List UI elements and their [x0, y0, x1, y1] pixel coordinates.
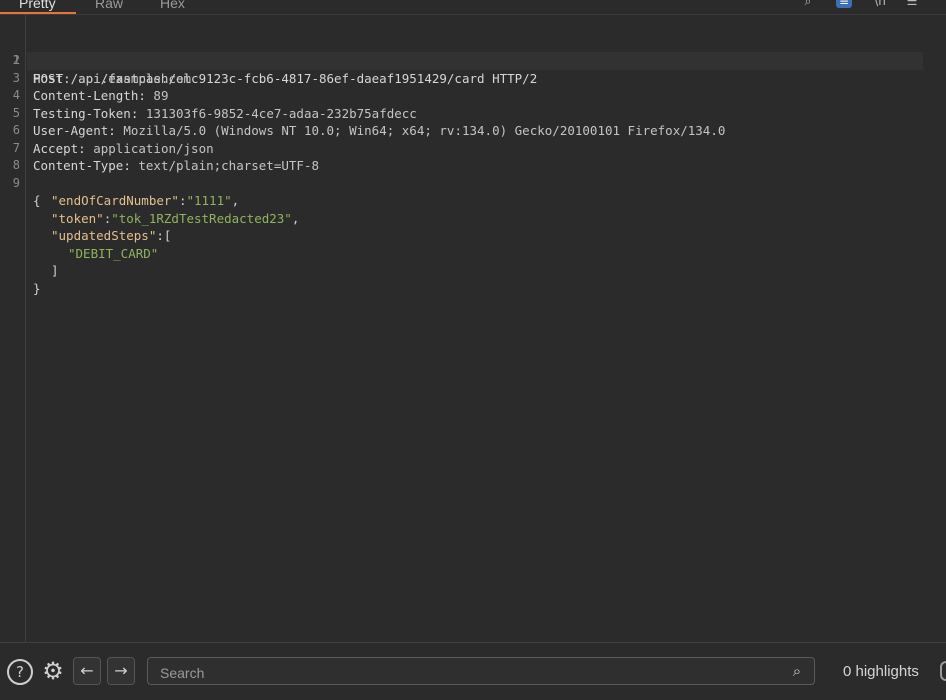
code-line: 7 Content-Type: text/plain;charset=UTF-8	[0, 122, 319, 174]
header-value: 89	[153, 88, 169, 103]
code-line: "endOfCardNumber":"1111",	[51, 193, 240, 208]
json-key: "updatedSteps"	[51, 228, 157, 243]
header-name: Accept	[33, 140, 79, 156]
menu-icon[interactable]: ☰	[904, 0, 920, 8]
json-close-brace: }	[33, 280, 41, 296]
wrap-lines-icon[interactable]: ≡	[836, 0, 852, 8]
gear-icon[interactable]: ⚙	[39, 657, 67, 685]
search-icon[interactable]: ⌕	[800, 0, 816, 8]
search-box[interactable]: ⌕	[147, 657, 815, 685]
tab-raw[interactable]: Raw	[95, 0, 123, 14]
code-line: 5 User-Agent: Mozilla/5.0 (Windows NT 10…	[0, 87, 726, 139]
json-close-bracket: ]	[51, 263, 59, 278]
json-string-value: "1111"	[186, 193, 232, 208]
json-open-bracket: [	[163, 228, 172, 243]
highlights-count: 0 highlights	[843, 663, 919, 680]
header-value: 131303f6-9852-4ce7-adaa-232b75afdecc	[145, 105, 417, 121]
code-line: 8	[0, 140, 30, 172]
json-key: "token"	[51, 210, 104, 226]
code-line: "DEBIT_CARD"	[0, 227, 158, 261]
header-value: text/plain;charset=UTF-8	[138, 158, 319, 173]
code-line: 6 Accept: application/json	[0, 105, 214, 156]
code-line: }	[0, 262, 41, 296]
arrow-left-icon[interactable]: ←	[73, 657, 101, 685]
code-line: "updatedSteps":[	[51, 228, 172, 243]
code-line: 9 {	[0, 157, 41, 209]
header-name: Content-Length	[33, 88, 139, 103]
json-open-brace: {	[33, 193, 41, 208]
newline-icon[interactable]: \n	[872, 0, 888, 8]
active-tab-indicator	[0, 12, 76, 14]
search-input[interactable]	[158, 662, 782, 684]
code-line: 2 Host: api.example.com	[0, 35, 191, 86]
code-line: 4 Testing-Token: 131303f6-9852-4ce7-adaa…	[0, 70, 417, 121]
code-line: 1 POST /api/fastcash/elc9123c-fcb6-4817-…	[0, 17, 923, 86]
arrow-right-icon[interactable]: →	[107, 657, 135, 685]
json-string-value: "tok_1RZdTestRedacted23"	[111, 210, 292, 226]
header-value: api.example.com	[78, 70, 192, 86]
code-line: 3 Content-Length: 89	[0, 52, 169, 104]
json-key: "endOfCardNumber"	[51, 193, 179, 208]
header-name: Testing-Token	[33, 105, 131, 121]
partial-button-edge[interactable]	[940, 661, 946, 681]
header-name: Host	[33, 70, 64, 86]
tab-bar: Pretty Raw Hex ⌕ ≡ \n ☰	[0, 0, 946, 15]
search-icon[interactable]: ⌕	[788, 661, 806, 681]
header-value: application/json	[93, 140, 214, 156]
header-value: Mozilla/5.0 (Windows NT 10.0; Win64; x64…	[123, 123, 726, 138]
request-editor[interactable]: 1 POST /api/fastcash/elc9123c-fcb6-4817-…	[0, 15, 946, 642]
bottom-toolbar: ? ⚙ ← → ⌕ 0 highlights	[0, 642, 946, 700]
code-line: "token":"tok_1RZdTestRedacted23",	[51, 210, 300, 226]
help-icon[interactable]: ?	[7, 659, 33, 685]
tab-hex[interactable]: Hex	[160, 0, 185, 14]
code-line: ]	[0, 245, 59, 278]
json-string-value: "DEBIT_CARD"	[68, 245, 159, 261]
header-name: Content-Type	[33, 158, 124, 173]
header-name: User-Agent	[33, 123, 109, 138]
